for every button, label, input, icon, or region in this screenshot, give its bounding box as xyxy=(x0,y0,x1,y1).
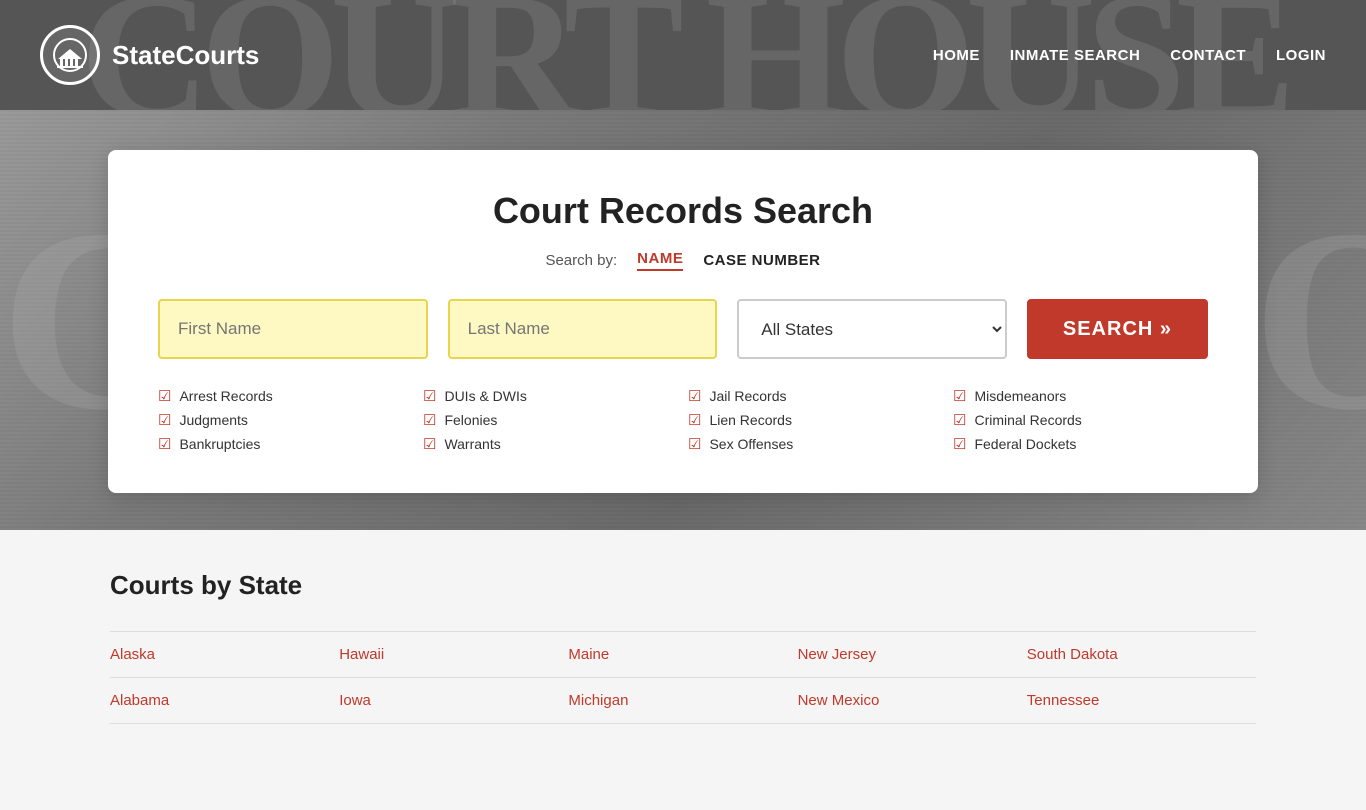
check-icon: ☑ xyxy=(158,387,171,405)
search-button[interactable]: SEARCH » xyxy=(1027,299,1208,359)
nav-inmate-search[interactable]: INMATE SEARCH xyxy=(1010,47,1140,64)
feature-label: Warrants xyxy=(444,436,500,452)
feature-item: ☑ Jail Records xyxy=(688,387,943,405)
nav-contact[interactable]: CONTACT xyxy=(1170,47,1246,64)
state-link[interactable]: Maine xyxy=(568,631,797,678)
feature-item: ☑ Lien Records xyxy=(688,411,943,429)
feature-item: ☑ Misdemeanors xyxy=(953,387,1208,405)
state-column: MaineMichigan xyxy=(568,631,797,724)
feature-label: Arrest Records xyxy=(179,388,272,404)
site-logo[interactable]: StateCourts xyxy=(40,25,259,85)
state-link[interactable]: Michigan xyxy=(568,678,797,724)
check-icon: ☑ xyxy=(688,387,701,405)
state-select[interactable]: All StatesAlabamaAlaskaArizonaArkansasCa… xyxy=(737,299,1007,359)
feature-label: DUIs & DWIs xyxy=(444,388,526,404)
check-icon: ☑ xyxy=(423,411,436,429)
state-link[interactable]: Tennessee xyxy=(1027,678,1256,724)
feature-label: Lien Records xyxy=(709,412,792,428)
main-nav: HOME INMATE SEARCH CONTACT LOGIN xyxy=(933,47,1326,64)
states-grid: AlaskaAlabamaHawaiiIowaMaineMichiganNew … xyxy=(110,631,1256,724)
check-icon: ☑ xyxy=(953,435,966,453)
feature-label: Misdemeanors xyxy=(974,388,1066,404)
feature-item: ☑ Arrest Records xyxy=(158,387,413,405)
check-icon: ☑ xyxy=(423,387,436,405)
feature-item: ☑ Judgments xyxy=(158,411,413,429)
first-name-input[interactable] xyxy=(158,299,428,359)
nav-login[interactable]: LOGIN xyxy=(1276,47,1326,64)
feature-label: Criminal Records xyxy=(974,412,1081,428)
check-icon: ☑ xyxy=(688,435,701,453)
check-icon: ☑ xyxy=(158,411,171,429)
feature-item: ☑ Warrants xyxy=(423,435,678,453)
feature-item: ☑ Sex Offenses xyxy=(688,435,943,453)
check-icon: ☑ xyxy=(423,435,436,453)
tab-case-number[interactable]: CASE NUMBER xyxy=(703,252,820,269)
state-link[interactable]: Iowa xyxy=(339,678,568,724)
site-header: COURT HOUSE StateCourts HOME INMATE SEAR… xyxy=(0,0,1366,110)
logo-icon xyxy=(40,25,100,85)
logo-name: StateCourts xyxy=(112,40,259,71)
courts-section: Courts by State AlaskaAlabamaHawaiiIowaM… xyxy=(0,530,1366,810)
state-link[interactable]: Hawaii xyxy=(339,631,568,678)
feature-label: Jail Records xyxy=(709,388,786,404)
feature-label: Federal Dockets xyxy=(974,436,1076,452)
state-link[interactable]: South Dakota xyxy=(1027,631,1256,678)
check-icon: ☑ xyxy=(953,387,966,405)
state-link[interactable]: New Jersey xyxy=(798,631,1027,678)
search-inputs-row: All StatesAlabamaAlaskaArizonaArkansasCa… xyxy=(158,299,1208,359)
state-column: South DakotaTennessee xyxy=(1027,631,1256,724)
check-icon: ☑ xyxy=(158,435,171,453)
feature-label: Bankruptcies xyxy=(179,436,260,452)
search-card: Court Records Search Search by: NAME CAS… xyxy=(108,150,1258,493)
search-by-label: Search by: xyxy=(545,252,617,269)
check-icon: ☑ xyxy=(688,411,701,429)
tab-name[interactable]: NAME xyxy=(637,250,683,271)
feature-item: ☑ DUIs & DWIs xyxy=(423,387,678,405)
last-name-input[interactable] xyxy=(448,299,718,359)
state-column: HawaiiIowa xyxy=(339,631,568,724)
state-link[interactable]: Alaska xyxy=(110,631,339,678)
nav-home[interactable]: HOME xyxy=(933,47,980,64)
state-column: New JerseyNew Mexico xyxy=(798,631,1027,724)
feature-item: ☑ Bankruptcies xyxy=(158,435,413,453)
features-grid: ☑ Arrest Records ☑ DUIs & DWIs ☑ Jail Records… xyxy=(158,387,1208,453)
card-title: Court Records Search xyxy=(158,190,1208,232)
courts-section-title: Courts by State xyxy=(110,570,1256,601)
check-icon: ☑ xyxy=(953,411,966,429)
feature-label: Sex Offenses xyxy=(709,436,793,452)
feature-item: ☑ Federal Dockets xyxy=(953,435,1208,453)
feature-label: Felonies xyxy=(444,412,497,428)
feature-label: Judgments xyxy=(179,412,247,428)
feature-item: ☑ Criminal Records xyxy=(953,411,1208,429)
search-by-tabs: Search by: NAME CASE NUMBER xyxy=(158,250,1208,271)
state-link[interactable]: Alabama xyxy=(110,678,339,724)
state-link[interactable]: New Mexico xyxy=(798,678,1027,724)
hero-section: COURTHOUSE Court Records Search Search b… xyxy=(0,110,1366,530)
state-column: AlaskaAlabama xyxy=(110,631,339,724)
feature-item: ☑ Felonies xyxy=(423,411,678,429)
